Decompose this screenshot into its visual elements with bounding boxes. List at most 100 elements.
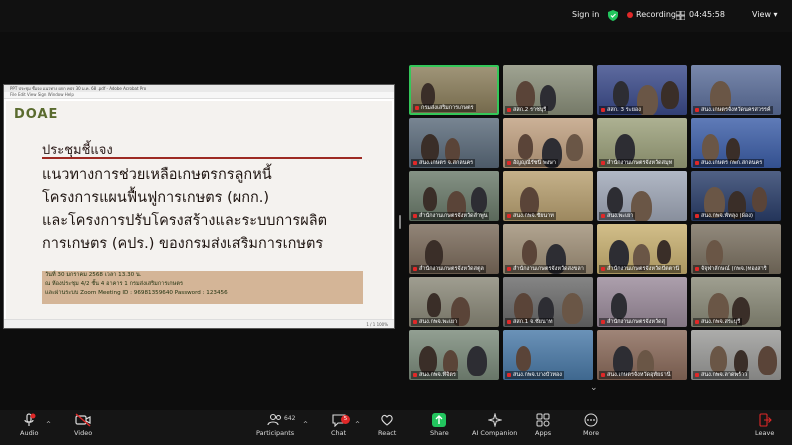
participant-name-text: สนง.กพจ.สระบุรี	[701, 319, 741, 325]
participant-tile[interactable]: สนง.เกษตรจังหวัดนครสวรรค์	[691, 65, 781, 115]
participant-silhouette	[607, 187, 623, 213]
participants-count: 642	[284, 415, 296, 422]
participant-silhouette	[661, 81, 679, 109]
participant-name-text: สนง.พะเยา	[607, 213, 634, 219]
participant-name: กรมส่งเสริมการเกษตร	[413, 104, 476, 112]
participant-name: สำนักงานเกษตรจังหวัดสมุท	[599, 159, 675, 167]
participant-tile[interactable]: สนง.กพจ.พะเยา	[409, 277, 499, 327]
participant-silhouette	[425, 240, 443, 268]
participant-tile[interactable]: สนง.กพจ.ชัยนาท	[503, 171, 593, 221]
participant-tile[interactable]: สสก. 3 ระยอง	[597, 65, 687, 115]
participant-silhouette	[522, 240, 537, 265]
participant-name: สสก. 3 ระยอง	[599, 106, 643, 114]
chat-label: Chat	[331, 429, 347, 437]
participant-tile[interactable]: สนง.กพจ.ทีจิตร	[409, 330, 499, 380]
mic-muted-icon	[413, 266, 417, 271]
participant-tile[interactable]: สำนักงานเกษตรจังหวัดสุ	[597, 277, 687, 327]
participant-tile[interactable]: สำนักงานเกษตรจังหวัดสงขลา	[503, 224, 593, 274]
shield-icon[interactable]	[608, 10, 618, 21]
participant-name-text: สำนักงานเกษตรจังหวัดสมุท	[607, 160, 673, 166]
heading-underline	[42, 157, 362, 159]
participant-name: สนง.เกษตรจังหวัดนครสวรรค์	[693, 106, 773, 114]
participant-tile[interactable]: สำนักงานเกษตรจังหวัดสมุท	[597, 118, 687, 168]
mic-muted-icon	[507, 266, 511, 271]
more-button[interactable]: More	[583, 413, 599, 437]
participant-silhouette	[706, 240, 723, 267]
mic-muted-icon	[695, 107, 699, 112]
participant-name-text: สนง.เกษตร กพก.สกลนคร	[701, 160, 763, 166]
shared-screen[interactable]: PPT ประชุม ชี้แจง แนวทาง ผกก คปร 30 ม.ค.…	[3, 84, 395, 329]
mic-muted-icon	[601, 107, 605, 112]
mic-muted-icon	[507, 372, 511, 377]
mic-muted-icon	[507, 160, 511, 165]
participant-tile[interactable]: สนง.พะเยา	[597, 171, 687, 221]
record-dot-icon	[627, 11, 633, 18]
participant-name: สนง.เกษตร กพก.สกลนคร	[693, 159, 765, 167]
participant-tile[interactable]: สนง.กพจ.พัทลุง (ผ้อง)	[691, 171, 781, 221]
sparkle-icon	[487, 413, 502, 427]
mic-muted-icon	[695, 213, 699, 218]
participant-tile[interactable]: สนง.เกษตร กพก.สกลนคร	[691, 118, 781, 168]
participant-tile[interactable]: สนง.กพจ.ลาดพร้าว	[691, 330, 781, 380]
audio-button[interactable]: Audio	[20, 413, 38, 437]
participant-name-text: สนง.กพจ.ชัยนาท	[513, 213, 554, 219]
split-drag-handle[interactable]	[399, 215, 401, 229]
participant-silhouette	[471, 187, 487, 213]
participant-name-text: สนง.กพจ.ทีจิตร	[419, 372, 456, 378]
participants-options-caret[interactable]: ^	[303, 421, 308, 428]
meeting-toolbar: Audio ^ Video Participants 642 ^ Chat 5 …	[0, 410, 792, 445]
participant-silhouette	[566, 134, 583, 161]
participant-tile[interactable]: สำนักงานเกษตรจังหวัดลำพูน	[409, 171, 499, 221]
participant-tile[interactable]: สนง.กพจ.สระบุรี	[691, 277, 781, 327]
slide-line-2: โครงการแผนฟื้นฟูการเกษตร (ผกก.)	[42, 190, 270, 206]
participant-tile[interactable]: สนง.เกษตร จ.สกลนคร	[409, 118, 499, 168]
participant-tile[interactable]: สสก.2 ราชบุรี	[503, 65, 593, 115]
participant-silhouette	[613, 81, 629, 107]
participant-silhouette	[419, 346, 437, 374]
recording-label: Recording	[636, 10, 677, 19]
ai-companion-button[interactable]: AI Companion	[472, 413, 517, 437]
participant-name-text: สสก. 3 ระยอง	[607, 107, 641, 113]
participant-name: สนง.กพจ.พะเยา	[411, 318, 460, 326]
recording-indicator[interactable]: Recording	[627, 10, 676, 19]
audio-options-caret[interactable]: ^	[46, 421, 51, 428]
apps-button[interactable]: Apps	[535, 413, 551, 437]
chevron-down-icon[interactable]: ⌄	[590, 383, 598, 393]
apps-icon	[536, 413, 550, 427]
participant-tile[interactable]: สำนักงานเกษตรจังหวัดปัตตานี	[597, 224, 687, 274]
participants-label: Participants	[256, 429, 295, 437]
leave-button[interactable]: Leave	[755, 413, 774, 437]
participant-tile[interactable]: กรมส่งเสริมการเกษตร	[409, 65, 499, 115]
mic-muted-icon	[415, 105, 419, 110]
info-date: วันที่ 30 มกราคม 2568 เวลา 13.30 น.	[45, 272, 142, 278]
video-button[interactable]: Video	[74, 413, 92, 437]
participant-name: สำนักงานเกษตรจังหวัดสตูล	[411, 265, 486, 273]
participant-name: สสก.2 ราชบุรี	[505, 106, 549, 114]
participant-tile[interactable]: สสก.1 จ.ชัยนาท	[503, 277, 593, 327]
chat-options-caret[interactable]: ^	[355, 421, 360, 428]
participant-name-text: สนง.กพจ.บางบัวทอง	[513, 372, 562, 378]
acrobat-status-bar: 1 / 1 100%	[4, 319, 394, 328]
participant-name: สสก.1 จ.ชัยนาท	[505, 318, 555, 326]
participant-tile[interactable]: สำนักงานเกษตรจังหวัดสตูล	[409, 224, 499, 274]
participant-tile[interactable]: สนง.เกษตรจังหวัดอุทัยธานี	[597, 330, 687, 380]
participant-name-text: อัญญุณีรัชนี พงษา	[513, 160, 556, 166]
participant-name-text: สสก.1 จ.ชัยนาท	[513, 319, 553, 325]
mic-muted-icon	[413, 160, 417, 165]
sign-in-link[interactable]: Sign in	[572, 10, 599, 19]
mic-muted-icon	[695, 319, 699, 324]
participant-tile[interactable]: สนง.กพจ.บางบัวทอง	[503, 330, 593, 380]
view-button[interactable]: View ▾	[752, 10, 778, 19]
presentation-slide: DOAE ประชุมชี้แจง แนวทางการช่วยเหลือเกษต…	[6, 101, 392, 319]
participant-tile[interactable]: อัญญุณีรัชนี พงษา	[503, 118, 593, 168]
apps-label: Apps	[535, 429, 552, 437]
participant-silhouette	[467, 346, 487, 376]
participant-tile[interactable]: จัจุฬาลักษณ์ (กพจ.)ทองสาริ	[691, 224, 781, 274]
share-button[interactable]: Share	[430, 413, 449, 437]
participant-silhouette	[427, 293, 441, 317]
participant-name: สนง.เกษตร จ.สกลนคร	[411, 159, 476, 167]
react-button[interactable]: React	[378, 413, 396, 437]
participant-name: สนง.กพจ.ทีจิตร	[411, 371, 458, 379]
mic-muted-icon	[695, 160, 699, 165]
grid-icon[interactable]	[676, 11, 685, 20]
